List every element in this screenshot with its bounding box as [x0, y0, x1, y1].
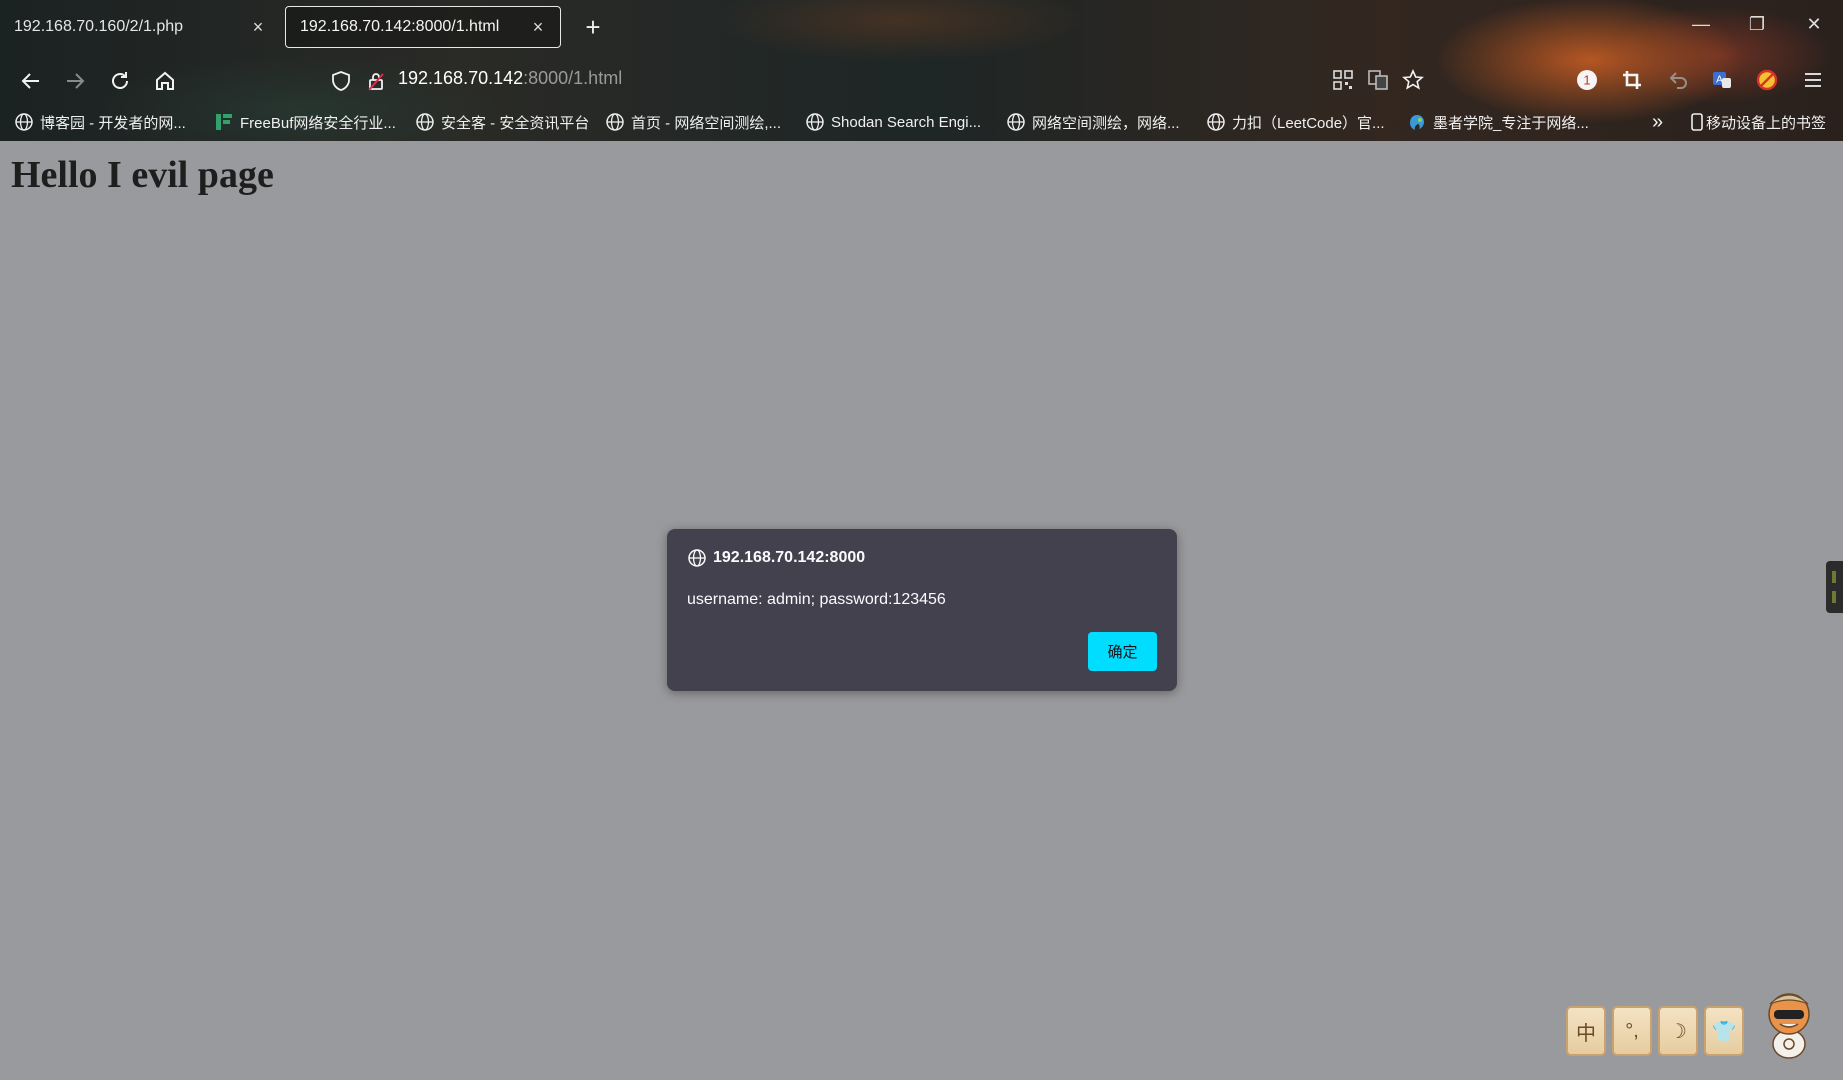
dialog-message: username: admin; password:123456: [687, 591, 946, 608]
globe-icon: [1006, 112, 1026, 132]
widget-tile-shirt[interactable]: 👕: [1704, 1006, 1744, 1056]
back-button[interactable]: [16, 66, 46, 96]
reload-button[interactable]: [105, 66, 135, 96]
globe-icon: [1206, 112, 1226, 132]
restore-button[interactable]: ❐: [1742, 14, 1772, 35]
bookmark-label: 力扣（LeetCode）官...: [1232, 114, 1385, 132]
qr-code-icon[interactable]: [1329, 66, 1357, 94]
minimize-button[interactable]: —: [1686, 14, 1716, 35]
bookmarks-toolbar: 博客园 - 开发者的网... FreeBuf网络安全行业... 安全客 - 安全…: [0, 108, 1843, 136]
bookmark-label: 墨者学院_专注于网络...: [1433, 114, 1589, 132]
mobile-bookmarks[interactable]: 移动设备上的书签: [1690, 108, 1826, 136]
star-bookmark-icon[interactable]: [1399, 66, 1427, 94]
menu-icon[interactable]: [1799, 66, 1827, 94]
globe-icon: [605, 112, 625, 132]
globe-icon: [805, 112, 825, 132]
mozhe-icon: [1407, 112, 1427, 132]
lock-insecure-icon: [368, 73, 384, 91]
bookmark-freebuf[interactable]: FreeBuf网络安全行业...: [214, 108, 396, 136]
widget-tile-language[interactable]: 中: [1566, 1006, 1606, 1056]
bookmark-label: 安全客 - 安全资讯平台: [441, 114, 590, 132]
side-panel-handle[interactable]: [1826, 561, 1843, 613]
mascot-icon[interactable]: [1758, 984, 1820, 1060]
dialog-origin: 192.168.70.142:8000: [687, 548, 865, 568]
bookmark-label: 网络空间测绘，网络...: [1032, 114, 1180, 132]
globe-icon: [14, 112, 34, 132]
home-button[interactable]: [150, 66, 180, 96]
bookmark-cyberspace[interactable]: 网络空间测绘，网络...: [1006, 108, 1180, 136]
blocker-ext-icon[interactable]: [1753, 66, 1781, 94]
widget-tile-moon[interactable]: ☽: [1658, 1006, 1698, 1056]
bookmarks-overflow-button[interactable]: »: [1652, 108, 1663, 136]
bookmark-label: 首页 - 网络空间测绘,...: [631, 114, 782, 132]
badge-extension-icon[interactable]: 1: [1573, 66, 1601, 94]
translate-icon[interactable]: [1364, 66, 1392, 94]
alert-dialog: 192.168.70.142:8000 username: admin; pas…: [667, 529, 1177, 691]
tab-close-icon[interactable]: ×: [250, 17, 266, 38]
tab-close-icon[interactable]: ×: [530, 17, 546, 38]
crop-icon[interactable]: [1618, 66, 1646, 94]
forward-button[interactable]: [60, 66, 90, 96]
bookmark-label: 移动设备上的书签: [1706, 114, 1827, 132]
window-close-button[interactable]: ✕: [1799, 14, 1829, 35]
reload-icon: [112, 72, 128, 89]
tab-active[interactable]: 192.168.70.142:8000/1.html ×: [285, 6, 561, 48]
bookmark-label: FreeBuf网络安全行业...: [240, 114, 396, 132]
mobile-device-icon: [1690, 112, 1704, 132]
dialog-ok-button[interactable]: 确定: [1088, 632, 1157, 671]
dialog-origin-text: 192.168.70.142:8000: [713, 549, 866, 566]
home-icon: [156, 71, 174, 90]
bookmark-label: Shodan Search Engi...: [831, 113, 982, 131]
widget-tile-punctuation[interactable]: °,: [1612, 1006, 1652, 1056]
bookmark-shodan[interactable]: Shodan Search Engi...: [805, 108, 981, 136]
globe-icon: [687, 548, 707, 568]
tab-title: 192.168.70.142:8000/1.html: [300, 18, 500, 35]
bookmark-mozhe[interactable]: 墨者学院_专注于网络...: [1407, 108, 1589, 136]
extension-badge-count: 1: [1583, 73, 1590, 88]
handle-grip: [1832, 571, 1836, 583]
bookmark-fofa[interactable]: 首页 - 网络空间测绘,...: [605, 108, 781, 136]
insecure-connection-indicator[interactable]: [361, 66, 391, 96]
url-path: :8000/1.html: [523, 68, 623, 88]
page-heading: Hello I evil page: [11, 154, 274, 196]
browser-chrome: 192.168.70.160/2/1.php × 192.168.70.142:…: [0, 0, 1843, 141]
globe-icon: [415, 112, 435, 132]
handle-grip: [1832, 591, 1836, 603]
undo-icon[interactable]: [1664, 66, 1692, 94]
bookmark-label: 博客园 - 开发者的网...: [40, 114, 186, 132]
url-field[interactable]: 192.168.70.142:8000/1.html: [398, 68, 622, 89]
url-host: 192.168.70.142: [398, 68, 524, 88]
shield-icon: [332, 71, 350, 91]
tab-inactive[interactable]: 192.168.70.160/2/1.php ×: [0, 6, 280, 48]
freebuf-icon: [214, 112, 234, 132]
tab-title: 192.168.70.160/2/1.php: [14, 18, 184, 35]
arrow-right-icon: [67, 73, 85, 89]
bookmark-anquanke[interactable]: 安全客 - 安全资讯平台: [415, 108, 589, 136]
bookmark-cnblogs[interactable]: 博客园 - 开发者的网...: [14, 108, 186, 136]
translate-ext-icon[interactable]: A: [1708, 66, 1736, 94]
tracking-protection-shield[interactable]: [326, 66, 356, 96]
bookmark-leetcode[interactable]: 力扣（LeetCode）官...: [1206, 108, 1385, 136]
new-tab-button[interactable]: +: [578, 12, 608, 42]
arrow-left-icon: [21, 73, 39, 89]
